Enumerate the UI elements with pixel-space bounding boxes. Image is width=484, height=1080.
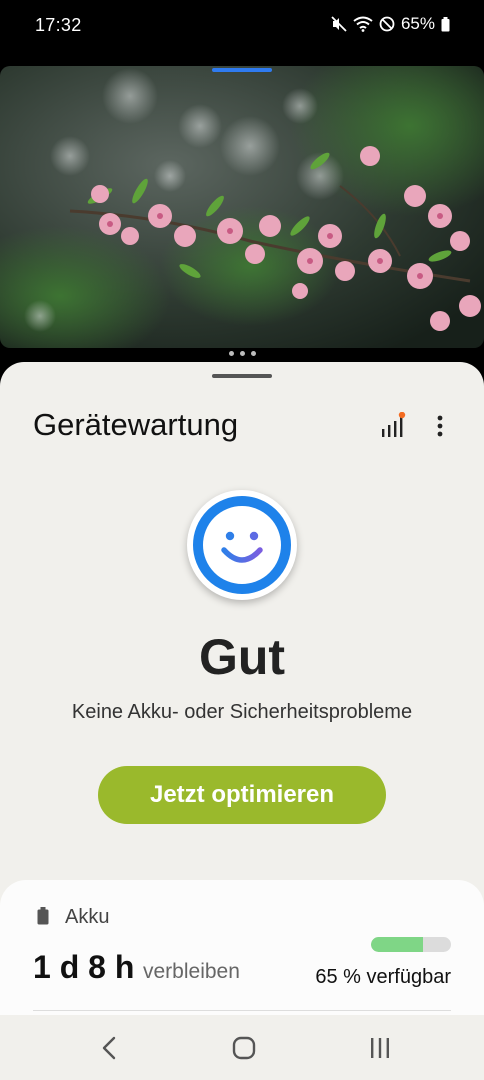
battery-percent: 65% bbox=[400, 14, 435, 33]
navigation-bar bbox=[0, 1015, 484, 1080]
cherry-blossom-photo bbox=[0, 66, 484, 348]
split-dot bbox=[228, 351, 234, 356]
optimize-now-button[interactable]: Jetzt optimieren bbox=[98, 766, 386, 824]
mute-icon bbox=[331, 16, 347, 32]
split-dot bbox=[239, 351, 245, 356]
top-window-handle[interactable] bbox=[212, 68, 272, 72]
status-time: 17:32 bbox=[35, 15, 82, 35]
status-subtitle: Keine Akku- oder Sicherheitsprobleme bbox=[71, 701, 413, 723]
battery-time-remaining: 1 d 8 h bbox=[33, 949, 135, 985]
back-icon[interactable] bbox=[96, 1035, 124, 1061]
page-title: Gerätewartung bbox=[33, 407, 239, 442]
stats-icon[interactable] bbox=[380, 411, 406, 442]
status-bar: 17:32 65% bbox=[0, 0, 484, 52]
more-options-icon[interactable] bbox=[428, 412, 452, 442]
split-divider-handle[interactable] bbox=[0, 351, 484, 359]
bottom-window-handle[interactable] bbox=[212, 374, 272, 378]
battery-available: 65 % verfügbar bbox=[315, 966, 451, 988]
card-divider bbox=[33, 1010, 451, 1011]
bottom-split-window: Gerätewartung Gut Keine Akku- oder Siche… bbox=[0, 362, 484, 1080]
home-icon[interactable] bbox=[230, 1035, 258, 1061]
do-not-disturb-icon bbox=[379, 16, 395, 32]
battery-remaining-label: verbleiben bbox=[143, 960, 240, 983]
recents-icon[interactable] bbox=[366, 1035, 394, 1061]
battery-label: Akku bbox=[65, 906, 110, 928]
smiley-face-icon bbox=[187, 490, 297, 600]
split-dot bbox=[250, 351, 256, 356]
screen: 17:32 65% Gerätewartung Gut Keine Akku- … bbox=[0, 0, 484, 1080]
top-split-window[interactable] bbox=[0, 66, 484, 348]
status-icons: 65% bbox=[331, 14, 450, 34]
status-title: Gut bbox=[198, 629, 286, 685]
battery-level-fill bbox=[371, 937, 423, 952]
wifi-icon bbox=[353, 16, 373, 32]
battery-icon bbox=[441, 16, 450, 32]
battery-level-bar bbox=[371, 937, 451, 952]
battery-card-icon bbox=[37, 907, 49, 930]
